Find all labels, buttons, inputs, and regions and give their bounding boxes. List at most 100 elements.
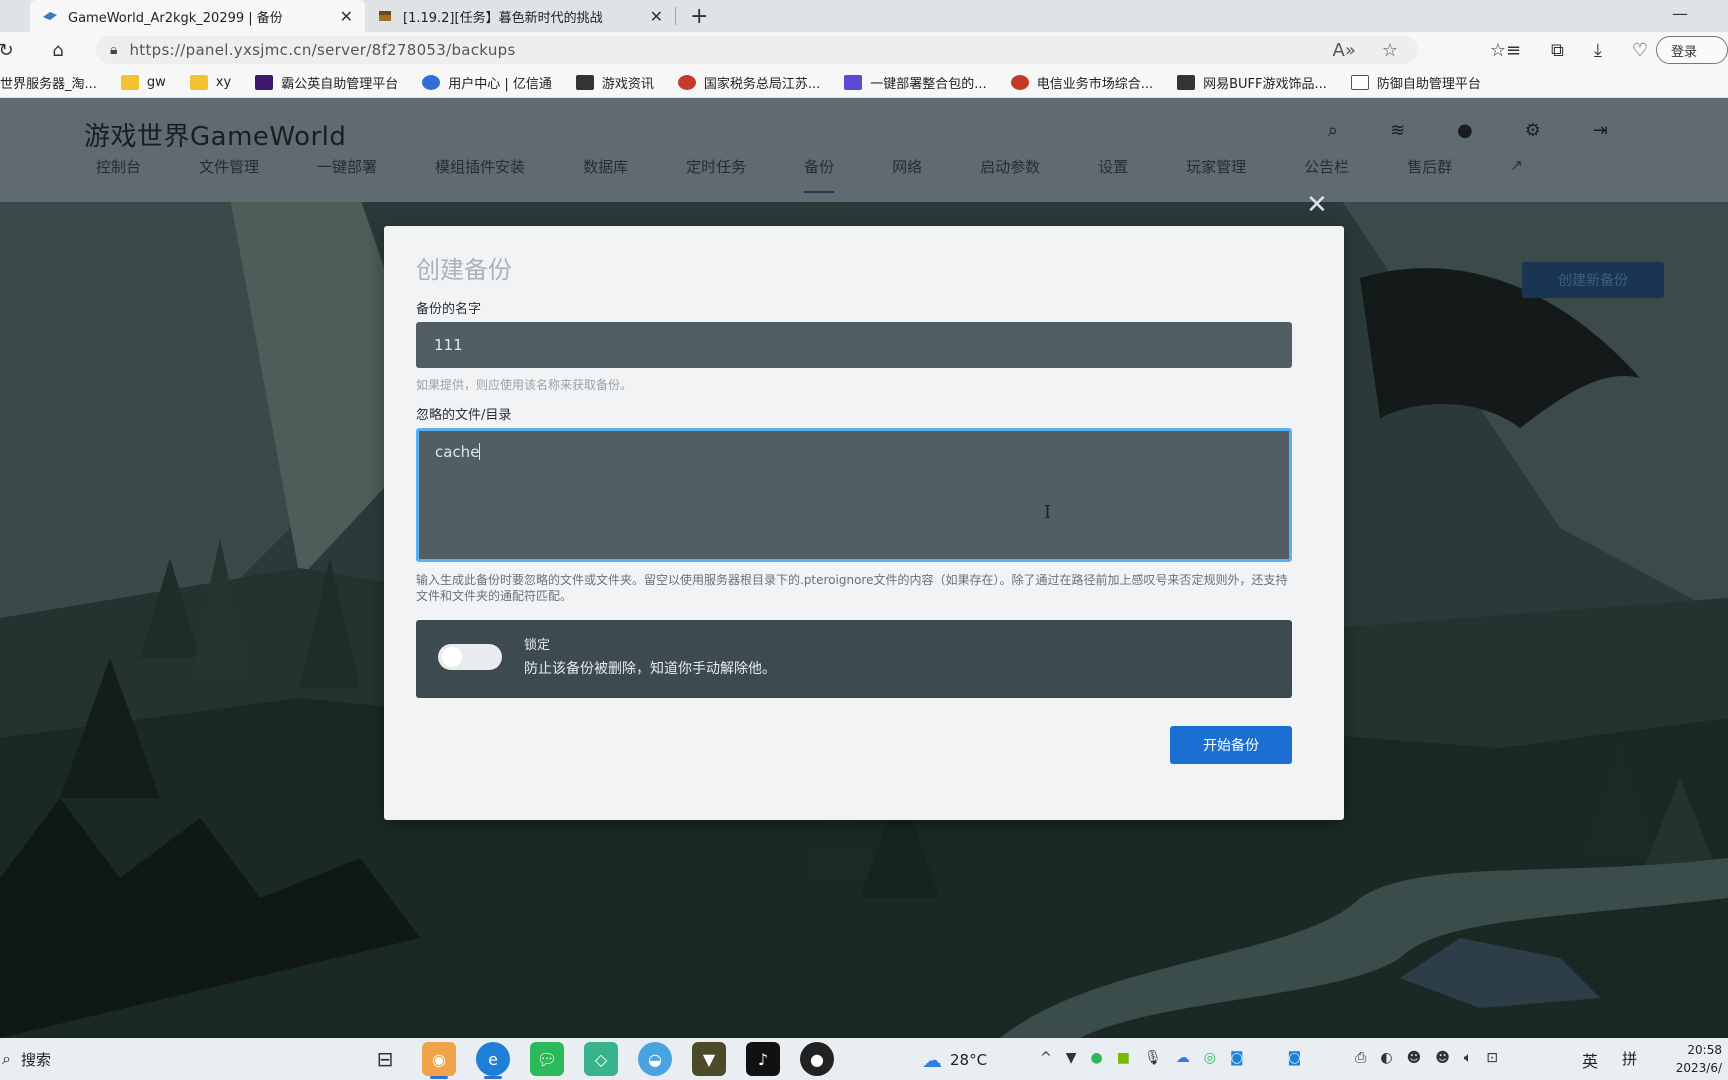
tray-game-icon[interactable]: ▼ [1066, 1050, 1077, 1066]
lock-toggle[interactable] [438, 644, 502, 670]
tray-screen-icon[interactable]: ⎙ [1355, 1050, 1366, 1066]
favorite-star-icon[interactable]: ☆ [1382, 40, 1398, 61]
ime-mode[interactable]: 拼 [1622, 1048, 1637, 1069]
search-icon[interactable]: ⌕ [1328, 120, 1338, 141]
nav-backups[interactable]: 备份 [804, 156, 835, 193]
backup-name-hint: 如果提供，则应使用该名称来获取备份。 [416, 378, 633, 392]
close-icon[interactable]: ✕ [1306, 190, 1328, 220]
performance-icon[interactable]: ♡ [1632, 40, 1648, 61]
tab-close-icon[interactable]: ✕ [650, 7, 663, 26]
logout-icon[interactable]: ⇥ [1593, 120, 1608, 141]
textarea-value: cache [435, 443, 480, 461]
nav-network[interactable]: 网络 [892, 156, 922, 193]
nav-support-group[interactable]: 售后群 [1407, 156, 1452, 193]
refresh-icon[interactable]: ↻ [0, 40, 20, 61]
collections-icon[interactable]: ⧉ [1551, 40, 1564, 61]
account-icon[interactable]: ● [1457, 120, 1473, 141]
new-tab-button[interactable]: + [690, 4, 708, 29]
minimize-button[interactable]: — [1672, 4, 1688, 23]
favorites-icon[interactable]: ☆≡ [1490, 40, 1521, 61]
network-icon[interactable]: ⊡ [1486, 1050, 1498, 1066]
tab-mod-task[interactable]: [1.19.2][任务】暮色新时代的挑战 ✕ [365, 0, 675, 32]
task-view-icon[interactable]: ⊟ [368, 1042, 402, 1076]
bookmark-item[interactable]: 防御自助管理平台 [1350, 73, 1481, 92]
record-app-icon[interactable]: ● [800, 1042, 834, 1076]
tray-app-icon[interactable]: ◎ [1204, 1050, 1216, 1066]
tray-nvidia-icon[interactable]: ■ [1117, 1050, 1130, 1066]
tab-close-icon[interactable]: ✕ [340, 7, 353, 26]
nav-schedules[interactable]: 定时任务 [686, 156, 746, 193]
nav-mods-plugins[interactable]: 模组插件安装 [435, 156, 525, 193]
ime-language[interactable]: 英 [1582, 1048, 1598, 1072]
backup-name-input[interactable]: 111 [416, 322, 1292, 368]
tray-wechat-icon[interactable]: ● [1091, 1050, 1103, 1066]
ignored-files-hint: 输入生成此备份时要忽略的文件或文件夹。留空以使用服务器根目录下的.pteroig… [416, 573, 1288, 603]
tray-expand-icon[interactable]: ^ [1040, 1050, 1052, 1066]
bookmark-item[interactable]: 网易BUFF游戏饰品... [1177, 73, 1327, 92]
wechat-icon[interactable]: 💬︎ [530, 1042, 564, 1076]
tray-app-icon[interactable]: ◙ [1230, 1050, 1244, 1066]
site-title[interactable]: 游戏世界GameWorld [84, 116, 346, 153]
create-new-backup-button[interactable]: 创建新备份 [1522, 262, 1664, 298]
create-backup-modal: 创建备份 备份的名字 111 如果提供，则应使用该名称来获取备份。 忽略的文件/… [384, 226, 1344, 820]
downloads-icon[interactable]: ⤓ [1594, 40, 1602, 61]
game-launcher-icon[interactable]: ▼ [692, 1042, 726, 1076]
weather-widget[interactable]: ☁ 28°C [922, 1048, 987, 1072]
nav-startup[interactable]: 启动参数 [980, 156, 1040, 193]
edge-browser-icon[interactable]: e [476, 1042, 510, 1079]
nav-database[interactable]: 数据库 [583, 156, 628, 193]
b-icon [1177, 75, 1196, 90]
bookmark-item[interactable]: 游戏资讯 [575, 73, 654, 92]
lock-option-box: 锁定 防止该备份被删除，知道你手动解除他。 [416, 620, 1292, 698]
app-cube-icon[interactable]: ◇ [584, 1042, 618, 1076]
panel-page: 游戏世界GameWorld ⌕ ≋ ● ⚙ ⇥ 控制台 文件管理 一键部署 模组… [0, 98, 1728, 1038]
taskbar-search[interactable]: ⌕ 搜索 [0, 1038, 330, 1080]
folder-icon [120, 75, 139, 90]
bookmark-item[interactable]: 霸公英自助管理平台 [255, 73, 398, 92]
system-clock[interactable]: 20:58 2023/6/ [1676, 1041, 1722, 1077]
bookmark-item[interactable]: 一键部署整合包的... [844, 73, 987, 92]
bookmark-item[interactable]: 电信业务市场综合... [1010, 73, 1153, 92]
tray-steam-icon[interactable]: ◐ [1380, 1050, 1392, 1066]
search-icon: ⌕ [2, 1049, 11, 1068]
nav-players[interactable]: 玩家管理 [1186, 156, 1246, 193]
read-aloud-icon[interactable]: A» [1333, 40, 1356, 61]
bookmark-item[interactable]: 世界服务器_淘... [0, 73, 97, 92]
minecraft-favicon-icon [379, 11, 391, 21]
layers-icon[interactable]: ≋ [1390, 120, 1405, 141]
bookmark-item[interactable]: 用户中心 | 亿信通 [422, 73, 552, 92]
volume-icon[interactable]: 🔈︎ [1464, 1050, 1472, 1066]
external-link-icon[interactable]: ↗ [1510, 156, 1523, 193]
admin-gears-icon[interactable]: ⚙ [1525, 120, 1541, 141]
tray-qq-icon[interactable]: ☻ [1407, 1050, 1422, 1066]
nav-settings[interactable]: 设置 [1098, 156, 1128, 193]
bookmark-folder-xy[interactable]: xy [189, 75, 231, 90]
url-field[interactable]: 🔒︎ https://panel.yxsjmc.cn/server/8f2780… [96, 36, 1418, 64]
app-mascot-icon[interactable]: ◉ [422, 1042, 456, 1079]
login-button[interactable]: 登录 [1656, 36, 1728, 64]
telecom-icon [1010, 75, 1029, 90]
tray-app-icon[interactable]: ◙ [1288, 1050, 1302, 1066]
nav-announcements[interactable]: 公告栏 [1304, 156, 1349, 193]
ignored-files-textarea[interactable]: cache [416, 428, 1292, 562]
tray-qq-icon[interactable]: ☻ [1435, 1050, 1450, 1066]
tab-gameworld[interactable]: GameWorld_Ar2kgk_20299 | 备份 ✕ [30, 0, 365, 32]
system-tray: ^ ▼ ● ■ 🎙︎ ☁ ◎ ◙ ◙ ⎙ ◐ ☻ ☻ 🔈︎ ⊡ [1040, 1050, 1498, 1066]
tab-title: GameWorld_Ar2kgk_20299 | 备份 [68, 10, 283, 26]
home-icon[interactable]: ⌂ [44, 40, 72, 61]
address-bar-row: ↻ ⌂ 🔒︎ https://panel.yxsjmc.cn/server/8f… [0, 32, 1728, 68]
lock-icon[interactable]: 🔒︎ [110, 42, 117, 58]
start-backup-button[interactable]: 开始备份 [1170, 726, 1292, 764]
nav-files[interactable]: 文件管理 [199, 156, 259, 193]
tray-mic-icon[interactable]: 🎙︎ [1144, 1050, 1162, 1066]
b-icon [575, 75, 594, 90]
app-circle-icon[interactable]: ◒ [638, 1042, 672, 1076]
tray-cloud-icon[interactable]: ☁ [1176, 1050, 1190, 1066]
bookmark-item[interactable]: 国家税务总局江苏... [677, 73, 820, 92]
nav-one-click-deploy[interactable]: 一键部署 [317, 156, 377, 193]
bookmark-folder-gw[interactable]: gw [120, 75, 166, 90]
tiktok-icon[interactable]: ♪ [746, 1042, 780, 1076]
nav-console[interactable]: 控制台 [96, 156, 141, 193]
emblem-icon [677, 75, 696, 90]
url-text: https://panel.yxsjmc.cn/server/8f278053/… [129, 41, 516, 59]
